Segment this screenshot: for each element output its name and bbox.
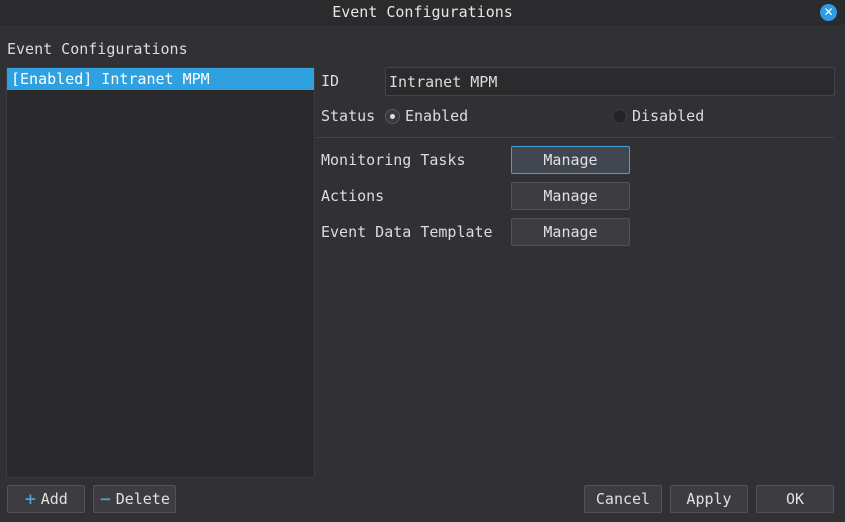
status-label: Status <box>321 107 376 125</box>
id-field[interactable] <box>385 67 835 96</box>
actions-label: Actions <box>321 187 385 205</box>
separator <box>316 137 834 138</box>
ok-button[interactable]: OK <box>756 485 834 513</box>
section-label: Event Configurations <box>7 40 188 58</box>
status-disabled-radio[interactable]: Disabled <box>612 107 704 125</box>
close-icon[interactable]: ✕ <box>820 4 837 21</box>
minus-icon: − <box>99 490 112 508</box>
plus-icon: + <box>24 490 37 508</box>
event-configurations-dialog: Event Configurations ✕ Event Configurati… <box>0 0 845 522</box>
delete-label: Delete <box>115 490 170 508</box>
add-label: Add <box>40 490 68 508</box>
monitoring-tasks-label: Monitoring Tasks <box>321 151 466 169</box>
manage-event-data-template-button[interactable]: Manage <box>511 218 630 246</box>
id-label: ID <box>321 72 340 90</box>
event-data-template-label: Event Data Template <box>321 223 493 241</box>
status-enabled-label: Enabled <box>405 107 469 125</box>
delete-button[interactable]: − Delete <box>93 485 176 513</box>
window-title: Event Configurations <box>332 3 513 21</box>
radio-unselected-icon <box>612 108 627 124</box>
list-item[interactable]: [Enabled] Intranet MPM <box>7 68 314 90</box>
add-button[interactable]: + Add <box>7 485 85 513</box>
status-enabled-radio[interactable]: Enabled <box>385 107 468 125</box>
radio-selected-icon <box>385 108 400 124</box>
apply-button[interactable]: Apply <box>670 485 748 513</box>
title-bar: Event Configurations ✕ <box>0 0 845 25</box>
cancel-button[interactable]: Cancel <box>584 485 662 513</box>
manage-actions-button[interactable]: Manage <box>511 182 630 210</box>
event-config-list[interactable]: [Enabled] Intranet MPM <box>6 67 315 478</box>
status-disabled-label: Disabled <box>632 107 705 125</box>
manage-monitoring-tasks-button[interactable]: Manage <box>511 146 630 174</box>
